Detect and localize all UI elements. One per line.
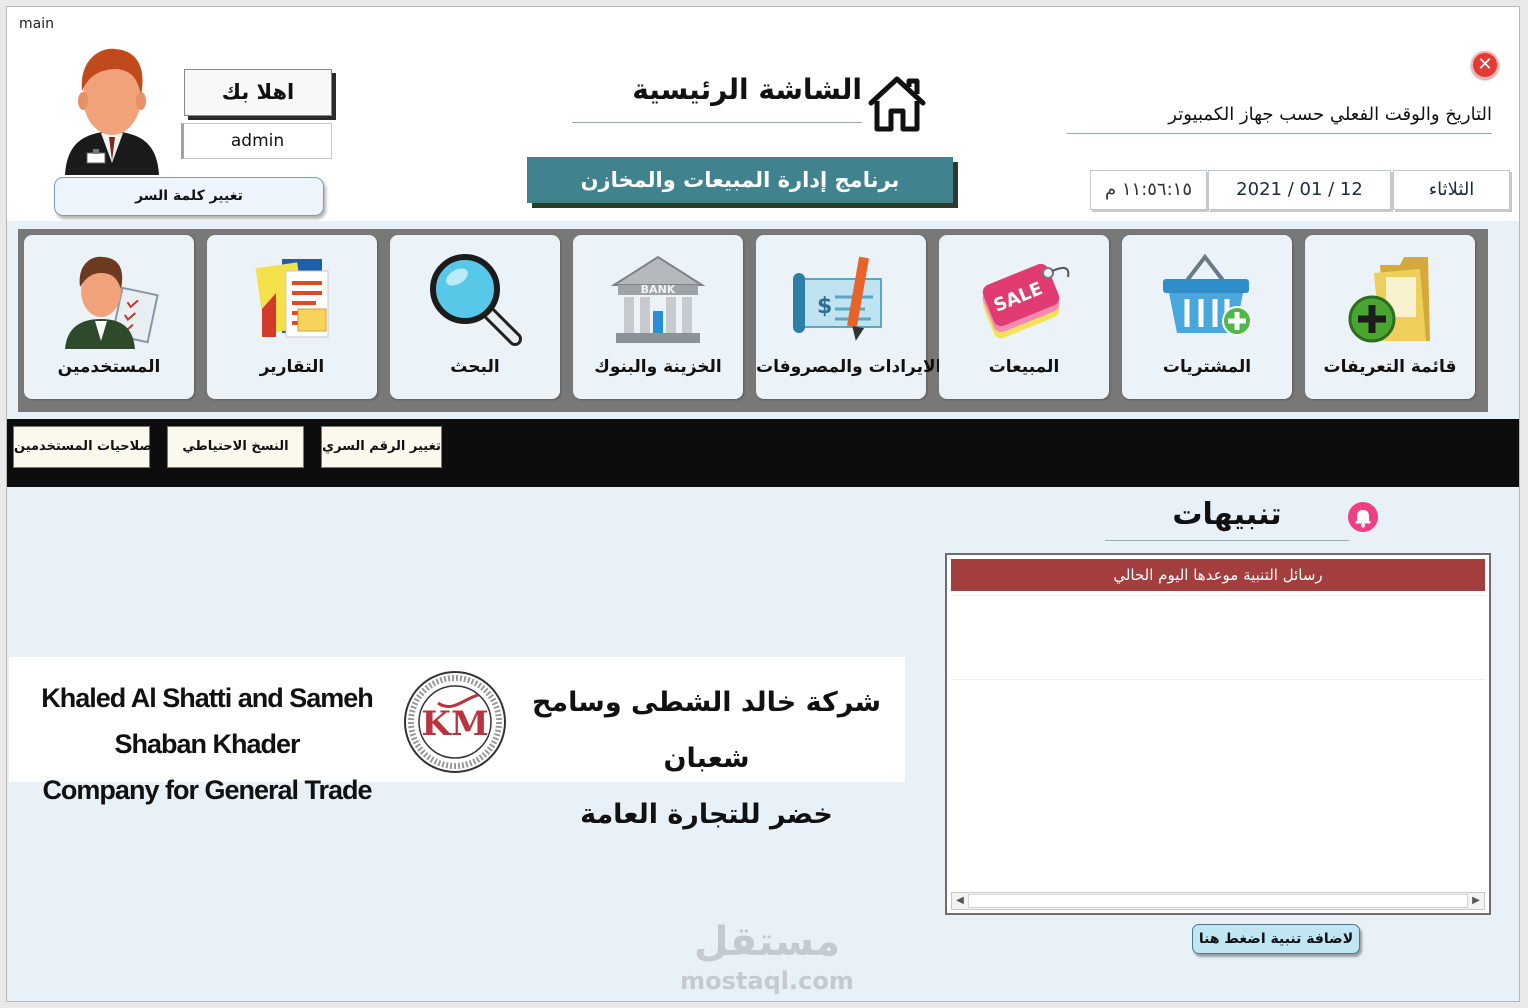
bell-icon [1348, 502, 1378, 532]
tile-income-expenses[interactable]: $ الايرادات والمصروفات [756, 235, 942, 399]
tile-purchases[interactable]: المشتريات [1122, 235, 1292, 399]
company-banner: Khaled Al Shatti and Sameh Shaban Khader… [9, 657, 905, 830]
modules-panel: المستخدمين التقارير البحث BANK الخزينة و… [18, 229, 1488, 412]
company-name-en-line1: Khaled Al Shatti and Sameh Shaban Khader [41, 683, 374, 759]
change-pin-button[interactable]: تغيير الرقم السري [321, 426, 442, 468]
users-manager-icon [65, 256, 159, 349]
tile-treasury-banks[interactable]: BANK الخزينة والبنوك [573, 235, 743, 399]
sale-tag-icon: SALE [982, 263, 1070, 339]
tile-definitions-list[interactable]: قائمة التعريفات [1305, 235, 1475, 399]
tile-label: البحث [450, 357, 500, 377]
tile-sales[interactable]: SALE المبيعات [939, 235, 1109, 399]
page-title: الشاشة الرئيسية [572, 73, 862, 123]
tile-label: المشتريات [1162, 357, 1252, 377]
tile-label: المبيعات [988, 357, 1060, 377]
alerts-list[interactable]: رسائل التنبية موعدها اليوم الحالي ◀ ▶ [945, 553, 1491, 915]
scroll-right-icon[interactable]: ▶ [1468, 893, 1484, 909]
reports-icon [255, 259, 329, 338]
alerts-title: تنبيهات [1105, 497, 1349, 541]
svg-text:$: $ [817, 294, 832, 319]
close-icon[interactable]: ✕ [1471, 51, 1499, 79]
company-name-en-line2: Company for General Trade [42, 775, 372, 805]
logo-letters: KM [421, 704, 488, 744]
basket-plus-icon [1163, 253, 1252, 336]
add-alert-button[interactable]: لاضافة تنبية اضغط هنا [1192, 924, 1360, 954]
date-field: 2021 / 01 / 12 [1208, 170, 1391, 210]
company-logo: KM [404, 671, 506, 773]
watermark-en: mostaql.com [680, 967, 854, 995]
datetime-heading: التاريخ والوقت الفعلي حسب جهاز الكمبيوتر [1067, 104, 1492, 134]
username-field: admin [181, 123, 332, 159]
backup-button[interactable]: النسخ الاحتياطي [167, 426, 304, 468]
tile-label: التقارير [259, 357, 325, 377]
tile-label: المستخدمين [57, 357, 161, 377]
watermark-ar: مستقل [693, 919, 841, 965]
horizontal-scrollbar[interactable]: ◀ ▶ [951, 892, 1485, 910]
list-divider [951, 679, 1485, 680]
tile-users[interactable]: المستخدمين [24, 235, 194, 399]
folder-plus-icon [1348, 257, 1430, 343]
bank-icon: BANK [610, 255, 706, 343]
change-password-button[interactable]: تغيير كلمة السر [54, 177, 324, 216]
tile-label: الايرادات والمصروفات [756, 357, 942, 377]
scrollbar-thumb[interactable] [968, 894, 1468, 908]
home-icon[interactable] [865, 71, 929, 133]
bank-icon-text: BANK [641, 283, 676, 296]
company-name-ar-line1: شركة خالد الشطى وسامح شعبان [531, 687, 882, 774]
program-name-banner: برنامج إدارة المبيعات والمخازن [527, 157, 953, 203]
window-title: main [19, 16, 54, 32]
toolbar: صلاحيات المستخدمين النسخ الاحتياطي تغيير… [7, 419, 1519, 487]
company-name-ar: شركة خالد الشطى وسامح شعبان خضر للتجارة … [514, 675, 899, 843]
tile-search[interactable]: البحث [390, 235, 560, 399]
user-permissions-button[interactable]: صلاحيات المستخدمين [13, 426, 152, 468]
main-window: main ✕ التاريخ والوقت الفعلي حسب جهاز ال… [6, 6, 1520, 1002]
welcome-label: اهلا بك [184, 69, 332, 116]
tile-label: الخزينة والبنوك [594, 357, 722, 377]
alerts-list-header: رسائل التنبية موعدها اليوم الحالي [951, 559, 1485, 591]
scroll-left-icon[interactable]: ◀ [952, 893, 968, 909]
avatar [65, 48, 159, 175]
company-name-en: Khaled Al Shatti and Sameh Shaban Khader… [15, 675, 399, 813]
watermark: مستقل mostaql.com [667, 917, 867, 995]
cheque-pen-icon: $ [793, 256, 882, 341]
day-field: الثلاثاء [1393, 170, 1510, 210]
tile-label: قائمة التعريفات [1323, 357, 1457, 377]
time-field: ١١:٥٦:١٥ م [1090, 170, 1207, 210]
tile-reports[interactable]: التقارير [207, 235, 377, 399]
list-divider [951, 595, 1485, 596]
company-name-ar-line2: خضر للتجارة العامة [580, 799, 833, 830]
main-body: المستخدمين التقارير البحث BANK الخزينة و… [7, 221, 1519, 1001]
magnifier-icon [430, 254, 522, 346]
